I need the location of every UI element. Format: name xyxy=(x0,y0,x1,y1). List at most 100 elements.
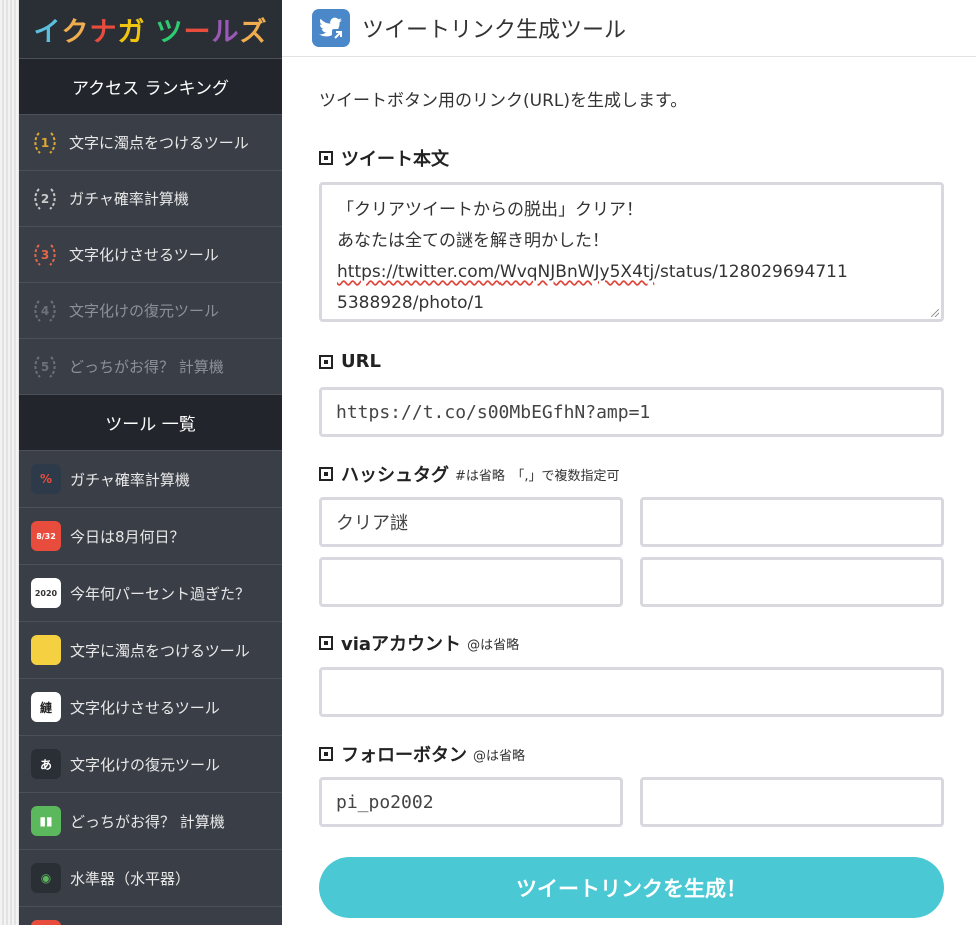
section-bullet-icon xyxy=(319,636,333,650)
tool-item[interactable]: % ガチャ確率計算機 xyxy=(19,450,282,507)
logo-char: ガ xyxy=(117,16,146,48)
follow-label: フォローボタン @は省略 xyxy=(319,741,525,767)
tweet-url-id: WvqNJBnWJy5X4tj xyxy=(499,262,655,282)
hashtag-input-2[interactable] xyxy=(640,497,944,547)
ranking-item-label: 文字化けさせるツール xyxy=(69,246,219,264)
logo-char: ク xyxy=(61,16,90,48)
section-bullet-icon xyxy=(319,354,333,369)
ranking-item-label: 文字化けの復元ツール xyxy=(69,302,220,320)
rank-number: 3 xyxy=(40,247,50,262)
page-header: ツイートリンク生成ツール xyxy=(282,0,976,57)
section-bullet-icon xyxy=(319,747,333,761)
page-title: ツイートリンク生成ツール xyxy=(362,18,627,43)
tool-item[interactable]: ▮▮ どっちがお得？ 計算機 xyxy=(19,792,282,849)
laurel-rank-icon: 3 xyxy=(31,241,59,269)
intro-text: ツイートボタン用のリンク(URL)を生成します。 xyxy=(319,91,688,111)
rank-number: 2 xyxy=(40,191,50,206)
logo-char: イ xyxy=(33,16,62,48)
via-note: @は省略 xyxy=(467,637,520,653)
note-icon xyxy=(31,635,61,665)
level-icon: ◉ xyxy=(31,863,61,893)
ranking-item-label: ガチャ確率計算機 xyxy=(69,190,189,208)
hashtag-input-1[interactable]: クリア謎 xyxy=(319,497,623,547)
site-logo[interactable]: イクナガ ツールズ xyxy=(19,0,282,58)
ranking-item[interactable]: 5 どっちがお得？ 計算機 xyxy=(19,338,282,394)
tool-item[interactable]: 文字に濁点をつけるツール xyxy=(19,621,282,678)
tool-item[interactable]: あ文字化けの復元ツール xyxy=(19,735,282,792)
ranking-item[interactable]: 3 文字化けさせるツール xyxy=(19,226,282,282)
tool-item-label: 文字に濁点をつけるツール xyxy=(70,641,250,660)
tweet-body-line: 「クリアツイートからの脱出」クリア！ xyxy=(337,200,643,220)
tool-item-label: ガチャ確率計算機 xyxy=(70,470,190,489)
tweet-url-suffix: /status/128029694711 xyxy=(654,262,848,282)
main-panel: ツイートリンク生成ツール ツイートボタン用のリンク(URL)を生成します。 ツイ… xyxy=(282,0,976,925)
rank-number: 5 xyxy=(40,359,50,374)
hashtag-input-4[interactable] xyxy=(640,557,944,607)
logo-char: ー xyxy=(183,16,212,48)
tweet-body-label: ツイート本文 xyxy=(319,145,449,171)
rank-number: 1 xyxy=(40,135,50,150)
via-input[interactable] xyxy=(319,667,944,717)
tweet-body-url-line: https://twitter.com/WvqNJBnWJy5X4tj/stat… xyxy=(337,257,926,288)
tool-item[interactable]: 縺文字化けさせるツール xyxy=(19,678,282,735)
tool-item[interactable]: 2020 今年何パーセント過ぎた？ xyxy=(19,564,282,621)
resize-handle[interactable] xyxy=(931,309,939,317)
year-percent-icon: 2020 xyxy=(31,578,61,608)
tool-item-label: 今日は8月何日？ xyxy=(70,527,185,546)
ranking-item[interactable]: 1 文字に濁点をつけるツール xyxy=(19,114,282,170)
laurel-rank-icon: 5 xyxy=(31,353,59,381)
restore-icon: あ xyxy=(31,749,61,779)
ranking-heading: アクセス ランキング xyxy=(19,58,282,114)
ranking-list: 1 文字に濁点をつけるツール 2 ガチャ確率計算機 3 文字化けさせるツール 4 文字化けの復… xyxy=(19,114,282,394)
tool-item-label: 今年何パーセント過ぎた？ xyxy=(70,584,251,603)
ranking-item[interactable]: 2 ガチャ確率計算機 xyxy=(19,170,282,226)
section-bullet-icon xyxy=(319,151,333,165)
rank-number: 4 xyxy=(40,303,50,318)
ranking-item-label: どっちがお得？ 計算機 xyxy=(69,358,224,376)
follow-label-text: フォローボタン xyxy=(341,745,467,766)
tool-item[interactable]: ◉ 水準器（水平器） xyxy=(19,849,282,906)
tweet-url-prefix: https://twitter.com/ xyxy=(337,262,500,282)
via-label-text: viaアカウント xyxy=(341,634,462,655)
laurel-rank-icon: 1 xyxy=(31,129,59,157)
tool-item[interactable]: 8/32 今日は8月何日？ xyxy=(19,507,282,564)
logo-char: ナ xyxy=(89,16,118,48)
page-background-strip xyxy=(0,0,19,925)
hashtag-input-3[interactable] xyxy=(319,557,623,607)
url-label-text: URL xyxy=(341,351,381,372)
tool-item-label: 水準器（水平器） xyxy=(70,869,191,888)
via-label: viaアカウント @は省略 xyxy=(319,630,519,656)
tweet-body-textarea[interactable]: 「クリアツイートからの脱出」クリア！ あなたは全ての謎を解き明かした！ http… xyxy=(319,182,944,322)
follow-note: @は省略 xyxy=(473,748,526,764)
hashtag-label: ハッシュタグ #は省略 「,」で複数指定可 xyxy=(319,461,620,487)
follow-input-2[interactable] xyxy=(640,777,944,827)
tools-list: % ガチャ確率計算機 8/32 今日は8月何日？ 2020 今年何パーセント過ぎた？ 文字に… xyxy=(19,450,282,925)
logo-char: ル xyxy=(211,16,240,48)
tweet-body-line: あなたは全ての謎を解き明かした！ xyxy=(337,231,609,251)
hashtag-note: #は省略 「,」で複数指定可 xyxy=(455,468,620,484)
tool-item[interactable] xyxy=(19,906,282,925)
tools-heading: ツール 一覧 xyxy=(19,394,282,450)
generate-link-button[interactable]: ツイートリンクを生成！ xyxy=(319,857,944,918)
calendar-icon: 8/32 xyxy=(31,521,61,551)
follow-input-1[interactable]: pi_po2002 xyxy=(319,777,623,827)
garble-icon: 縺 xyxy=(31,692,61,722)
tool-item-label: 文字化けさせるツール xyxy=(70,698,220,717)
twitter-link-icon xyxy=(312,9,350,47)
tool-item-label: どっちがお得？ 計算機 xyxy=(70,812,225,831)
url-label: URL xyxy=(319,351,381,372)
logo-char: ズ xyxy=(239,16,268,48)
tool-item-label: 文字化けの復元ツール xyxy=(70,755,221,774)
gacha-icon: % xyxy=(31,464,61,494)
tweet-body-label-text: ツイート本文 xyxy=(341,149,449,170)
compare-icon: ▮▮ xyxy=(31,806,61,836)
laurel-rank-icon: 2 xyxy=(31,185,59,213)
hashtag-label-text: ハッシュタグ xyxy=(341,465,449,486)
url-input[interactable]: https://t.co/s00MbEGfhN?amp=1 xyxy=(319,387,944,437)
section-bullet-icon xyxy=(319,467,333,481)
tweet-body-line: 5388928/photo/1 xyxy=(337,293,485,313)
next-tool-icon xyxy=(31,920,61,925)
laurel-rank-icon: 4 xyxy=(31,297,59,325)
sidebar: イクナガ ツールズ アクセス ランキング 1 文字に濁点をつけるツール 2 ガチャ確率… xyxy=(19,0,282,925)
ranking-item[interactable]: 4 文字化けの復元ツール xyxy=(19,282,282,338)
